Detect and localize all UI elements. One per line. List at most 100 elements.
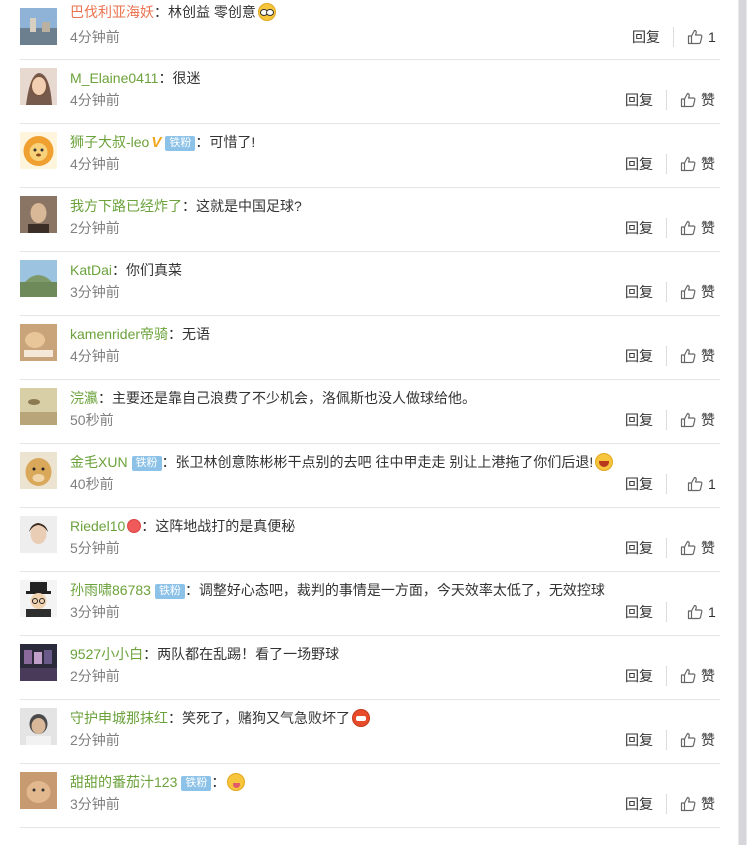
reply-button[interactable]: 回复 [625,730,653,750]
avatar[interactable] [20,772,57,809]
avatar[interactable] [20,580,57,617]
action-divider [666,346,667,366]
fan-badge[interactable]: 铁粉 [154,584,185,599]
scrollbar-thumb[interactable] [739,0,746,845]
love-emoji-icon [127,519,142,533]
comment-item: Riedel10 ：这阵地战打的是真便秘 5分钟前 回复 赞 [20,508,720,572]
comment-text: ：这阵地战打的是真便秘 [141,518,296,534]
comment-time: 4分钟前 [70,348,120,364]
like-button[interactable]: 赞 [680,666,715,686]
reply-button[interactable]: 回复 [625,538,653,558]
comment-item: 狮子大叔-leo V 铁粉 ：可惜了! 4分钟前 回复 赞 [20,124,720,188]
thumbs-up-icon [680,732,696,748]
reply-button[interactable]: 回复 [625,154,653,174]
comment-line: 我方下路已经炸了：这就是中国足球? [70,196,302,216]
reply-button[interactable]: 回复 [625,346,653,366]
comment-text: ：笑死了，赌狗又气急败坏了 [168,710,350,726]
username-link[interactable]: 巴伐利亚海妖 [70,4,154,20]
laugh-emoji-icon [595,453,614,471]
comment-item: KatDai：你们真菜 3分钟前 回复 赞 [20,252,720,316]
reply-button[interactable]: 回复 [625,90,653,110]
avatar[interactable] [20,644,57,681]
comment-list: 巴伐利亚海妖：林创益 零创意 4分钟前 回复 1 M_Elaine0411：很迷… [20,0,720,828]
scrollbar[interactable] [738,0,747,845]
thumbs-up-icon [680,796,696,812]
comment-line: M_Elaine0411：很迷 [70,68,200,88]
like-button[interactable]: 赞 [680,538,715,558]
like-button[interactable]: 赞 [680,346,715,366]
vip-icon[interactable]: V [151,133,161,153]
reply-button[interactable]: 回复 [625,794,653,814]
fan-badge[interactable]: 铁粉 [181,776,212,791]
comment-text: ：两队都在乱踢！看了一场野球 [143,646,340,662]
reply-button[interactable]: 回复 [625,666,653,686]
like-button[interactable]: 赞 [680,410,715,430]
reply-button[interactable]: 回复 [632,27,660,47]
username-link[interactable]: 9527小小白 [70,646,143,662]
like-label: 赞 [701,412,715,428]
avatar[interactable] [20,196,57,233]
reply-button[interactable]: 回复 [625,218,653,238]
comment-time: 2分钟前 [70,668,120,684]
reply-button[interactable]: 回复 [625,474,653,494]
like-button[interactable]: 1 [687,27,716,47]
username-link[interactable]: 我方下路已经炸了 [70,198,182,214]
tongue-emoji-icon [227,773,246,791]
like-button[interactable]: 赞 [680,282,715,302]
action-divider [666,90,667,110]
avatar[interactable] [20,516,57,553]
avatar[interactable] [20,708,57,745]
thumbs-up-icon [680,668,696,684]
comment-time: 2分钟前 [70,732,120,748]
username-link[interactable]: kamenrider帝骑 [70,326,168,342]
comment-item: 孙雨啸86783 铁粉 ：调整好心态吧，裁判的事情是一方面，今天效率太低了，无效控球… [20,572,720,636]
action-divider [673,27,674,47]
action-divider [666,602,667,622]
comment-text: ：很迷 [158,70,201,86]
like-button[interactable]: 赞 [680,154,715,174]
username-link[interactable]: 金毛XUN [70,454,128,470]
avatar[interactable] [20,452,57,489]
comment-text: ：林创益 零创意 [154,4,256,20]
thumbs-up-icon [680,220,696,236]
angry-emoji-icon [352,709,370,727]
comment-time: 5分钟前 [70,540,120,556]
reply-button[interactable]: 回复 [625,282,653,302]
action-divider [666,666,667,686]
avatar[interactable] [20,8,57,45]
avatar[interactable] [20,324,57,361]
like-button[interactable]: 赞 [680,218,715,238]
comment-time: 3分钟前 [70,796,120,812]
username-link[interactable]: KatDai [70,262,112,278]
like-button[interactable]: 1 [687,602,716,622]
username-link[interactable]: M_Elaine0411 [70,70,158,86]
like-button[interactable]: 赞 [680,794,715,814]
username-link[interactable]: 甜甜的番茄汁123 [70,774,177,790]
like-button[interactable]: 1 [687,474,716,494]
action-divider [666,538,667,558]
comment-item: 守护申城那抹红：笑死了，赌狗又气急败坏了 2分钟前 回复 赞 [20,700,720,764]
comment-text: ：无语 [168,326,211,342]
comment-time: 4分钟前 [70,92,120,108]
fan-badge[interactable]: 铁粉 [131,456,162,471]
avatar[interactable] [20,260,57,297]
username-link[interactable]: Riedel10 [70,518,125,534]
username-link[interactable]: 守护申城那抹红 [70,710,168,726]
avatar[interactable] [20,132,57,169]
comment-text: ： [211,774,226,790]
reply-button[interactable]: 回复 [625,410,653,430]
username-link[interactable]: 狮子大叔-leo [70,134,149,150]
avatar[interactable] [20,68,57,105]
like-button[interactable]: 赞 [680,90,715,110]
reply-button[interactable]: 回复 [625,602,653,622]
like-label: 赞 [701,668,715,684]
fan-badge[interactable]: 铁粉 [165,136,196,151]
comment-line: 孙雨啸86783 铁粉 ：调整好心态吧，裁判的事情是一方面，今天效率太低了，无效控球 [70,580,605,600]
comment-line: 狮子大叔-leo V 铁粉 ：可惜了! [70,132,255,152]
username-link[interactable]: 浣瀛 [70,390,98,406]
username-link[interactable]: 孙雨啸86783 [70,582,151,598]
like-button[interactable]: 赞 [680,730,715,750]
avatar[interactable] [20,388,57,425]
comment-line: kamenrider帝骑：无语 [70,324,210,344]
comment-text: ：张卫林创意陈彬彬干点别的去吧 往中甲走走 别让上港拖了你们后退! [161,454,594,470]
